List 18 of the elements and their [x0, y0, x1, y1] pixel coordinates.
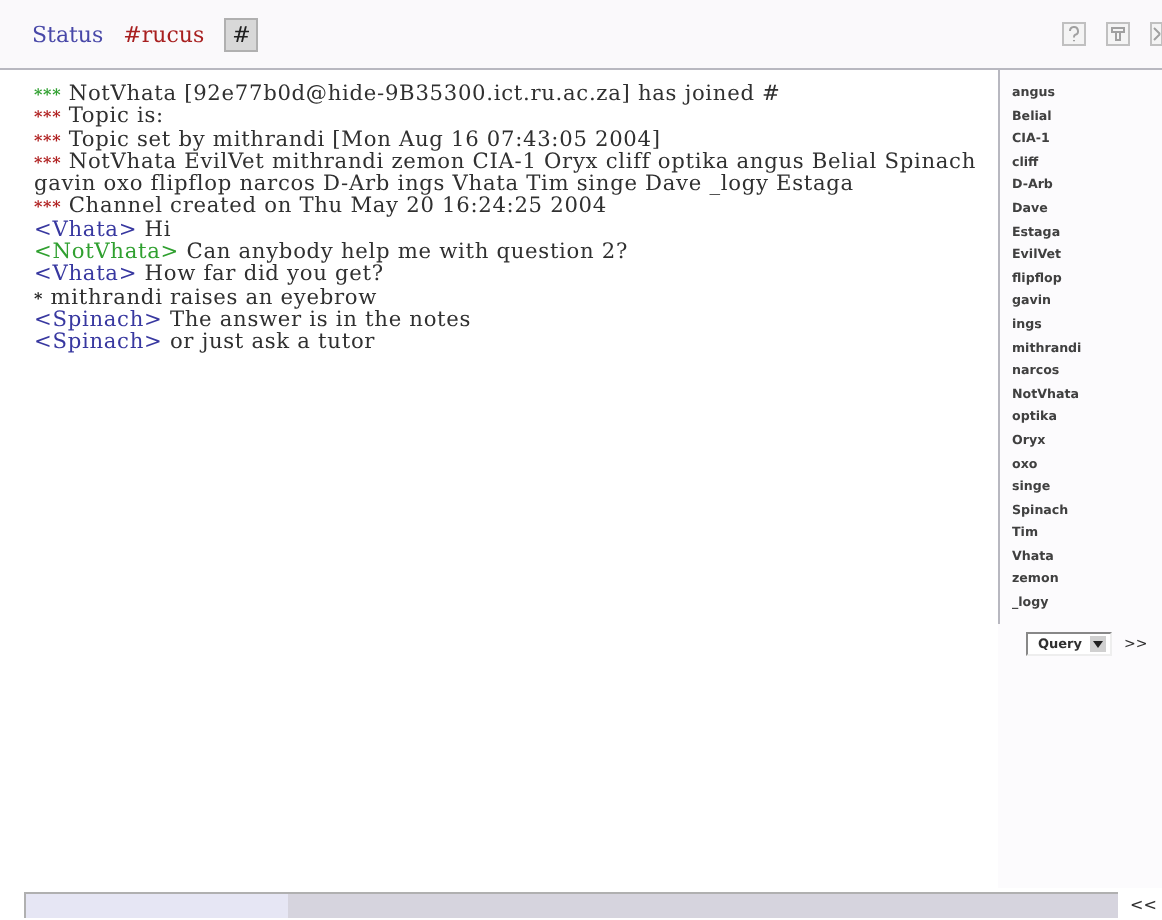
help-icon[interactable] — [1062, 22, 1086, 46]
chat-message: <Spinach> or just ask a tutor — [34, 332, 378, 356]
system-message: *** Channel created on Thu May 20 16:24:25 2004 — [34, 196, 607, 220]
channel-tab[interactable]: # — [224, 17, 259, 51]
channel-tab[interactable]: #rucus — [123, 21, 205, 47]
system-message: *** NotVhata EvilVet mithrandi zemon CIA-1 Oryx cliff optika angus Belial Spinach gavin oxo flipflop narcos D-Arb ings Vhata Tim singe Dave _logy Estaga — [34, 151, 978, 197]
system-message: *** Topic is: — [34, 106, 166, 130]
dropdown-icon — [1090, 635, 1107, 652]
system-message: *** Topic set by mithrandi [Mon Aug 16 07:43:05 2004] — [34, 129, 663, 152]
chat-message: <Vhata> Hi — [34, 219, 174, 242]
window-icon[interactable] — [1106, 22, 1130, 46]
channel-tab[interactable]: Status — [32, 21, 104, 47]
close-icon[interactable] — [1150, 22, 1162, 46]
chat-message: <NotVhata> Can anybody help me with question 2? — [34, 242, 631, 265]
chat-message: <Vhata> How far did you get? — [34, 264, 384, 288]
action-message: * mithrandi raises an eyebrow — [34, 287, 380, 310]
system-message: *** NotVhata [92e77b0d@hide-9B35300.ict.ru.ac.za] has joined # — [34, 84, 783, 106]
chat-message: <Spinach> The answer is in the notes — [34, 309, 474, 332]
